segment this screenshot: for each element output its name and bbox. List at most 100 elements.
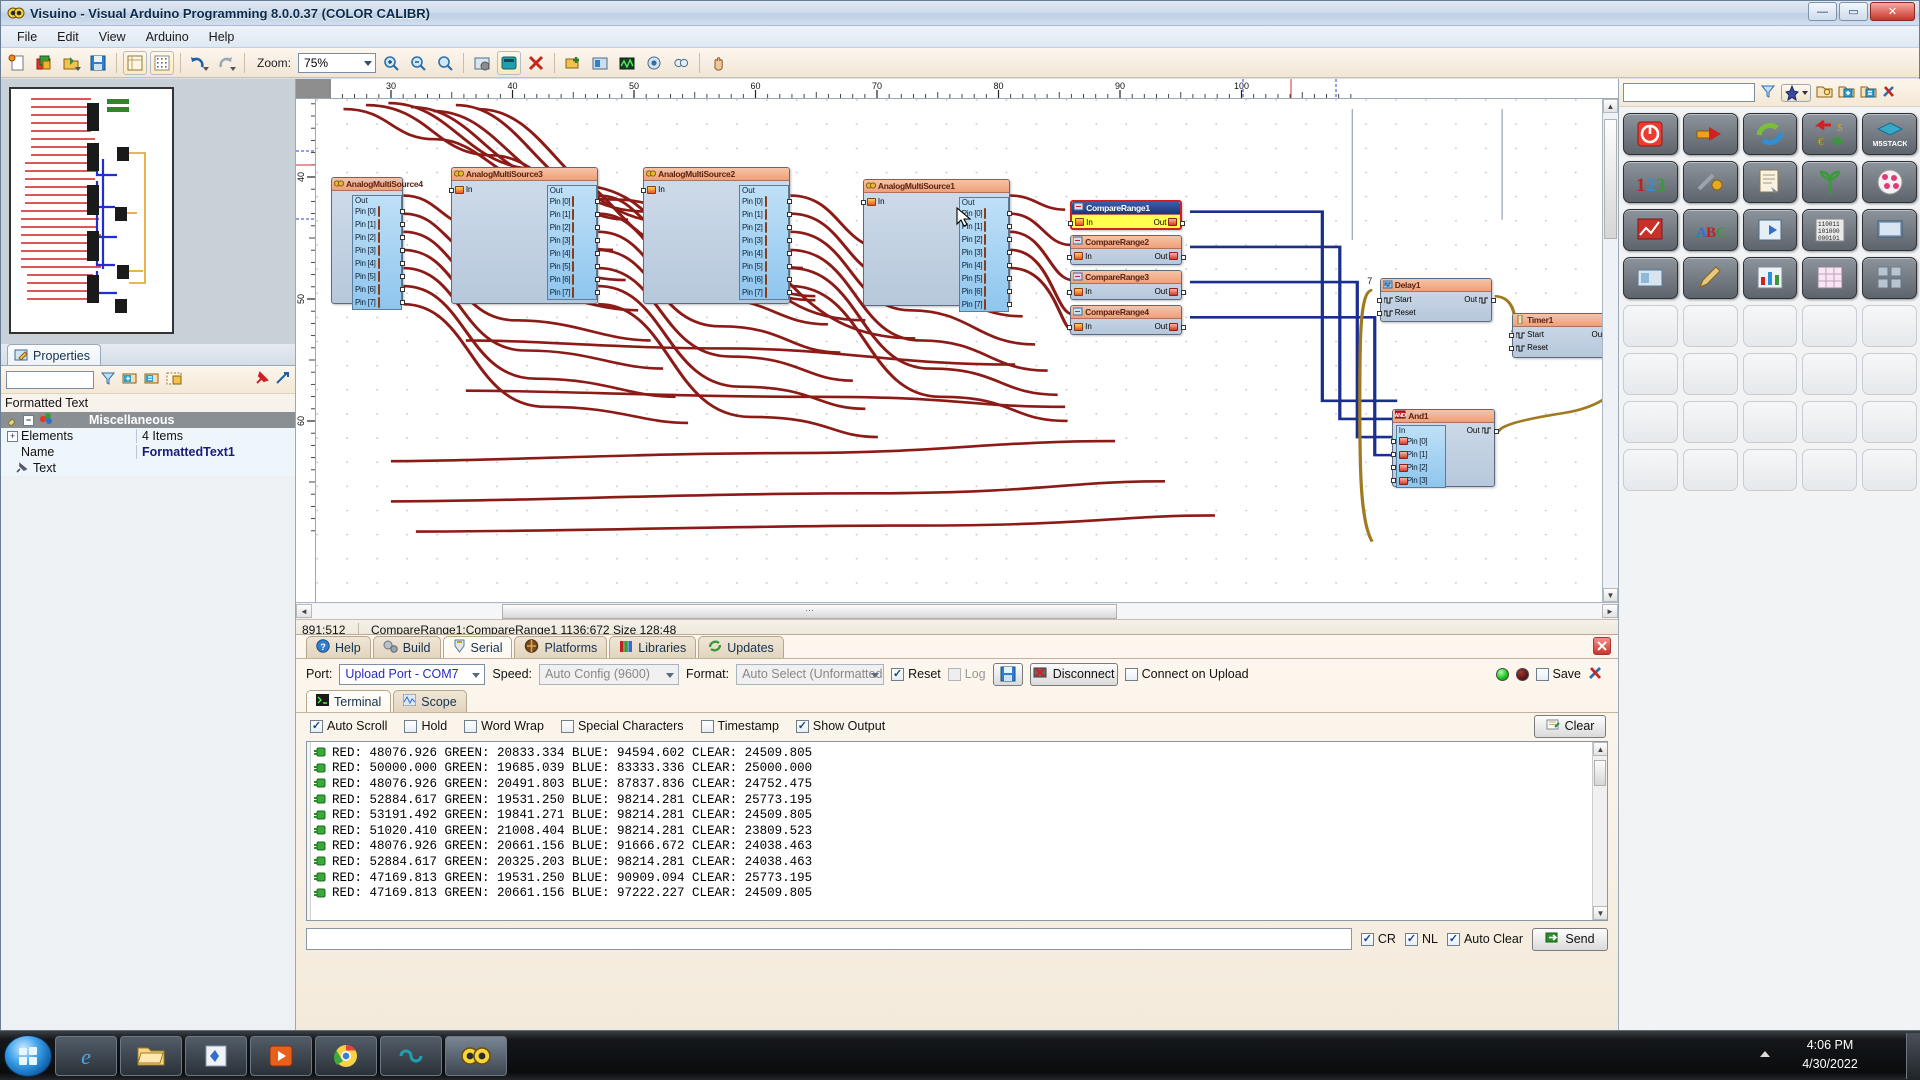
pin-row[interactable]: Pin [5] bbox=[960, 272, 1008, 285]
dock-tab-serial[interactable]: Serial bbox=[443, 636, 513, 658]
connect-on-upload-checkbox[interactable]: Connect on Upload bbox=[1125, 667, 1249, 681]
m5stack-component-icon[interactable]: M5STACK bbox=[1862, 113, 1917, 155]
save-checkbox[interactable]: Save bbox=[1536, 667, 1582, 681]
pin-row[interactable]: Pin [1] bbox=[1397, 448, 1445, 461]
terminal-option-special-characters[interactable]: Special Characters bbox=[561, 719, 684, 733]
pin-port[interactable] bbox=[787, 290, 792, 295]
arduino-board-icon[interactable] bbox=[497, 51, 521, 75]
output-port[interactable] bbox=[1491, 298, 1496, 303]
pin-port[interactable] bbox=[595, 290, 600, 295]
dock-tab-help[interactable]: ? Help bbox=[306, 636, 371, 658]
menu-item-edit[interactable]: Edit bbox=[47, 28, 89, 46]
pencil-component-icon[interactable] bbox=[1683, 257, 1738, 299]
wizard-icon[interactable] bbox=[1781, 84, 1811, 102]
terminal-output[interactable]: RED: 48076.926 GREEN: 20833.334 BLUE: 94… bbox=[306, 741, 1608, 921]
pin-port[interactable] bbox=[595, 199, 600, 204]
reset-checkbox[interactable]: Reset bbox=[891, 667, 941, 681]
pin-row[interactable]: Pin [0] bbox=[1397, 435, 1445, 448]
pin-row[interactable]: Pin [5] bbox=[548, 260, 596, 273]
pin-port[interactable] bbox=[595, 212, 600, 217]
input-port[interactable] bbox=[449, 188, 454, 193]
palette-cell-empty-9[interactable] bbox=[1802, 353, 1857, 395]
taskbar-chrome[interactable] bbox=[315, 1036, 377, 1076]
expand-elements-icon[interactable]: + bbox=[7, 431, 18, 442]
pin-row[interactable]: Pin [2] bbox=[1397, 461, 1445, 474]
pin-port[interactable] bbox=[400, 248, 405, 253]
pin-port[interactable] bbox=[1007, 250, 1012, 255]
menu-item-file[interactable]: File bbox=[7, 28, 47, 46]
maximize-button[interactable]: ▭ bbox=[1839, 2, 1868, 21]
add-folder-icon[interactable] bbox=[1838, 83, 1855, 102]
dock-close-button[interactable] bbox=[1593, 637, 1611, 655]
dock-tab-libraries[interactable]: Libraries bbox=[609, 636, 696, 658]
plants-component-icon[interactable] bbox=[1802, 161, 1857, 203]
save-log-icon[interactable] bbox=[993, 663, 1023, 686]
pin-port[interactable] bbox=[595, 264, 600, 269]
pin-port[interactable] bbox=[787, 238, 792, 243]
text-component-icon[interactable]: ABC bbox=[1683, 209, 1738, 251]
converters-component-icon[interactable] bbox=[1683, 113, 1738, 155]
property-value-elements[interactable]: 4 Items bbox=[136, 429, 295, 443]
design-canvas[interactable]: AnalogMultiSource4 Out Pin [0] Pin [1] P… bbox=[316, 99, 1602, 602]
pin-port[interactable] bbox=[400, 300, 405, 305]
terminal-scroll-down[interactable]: ▼ bbox=[1593, 906, 1608, 920]
terminal-tab-scope[interactable]: Scope bbox=[393, 690, 466, 712]
block-comparerange4[interactable]: CompareRange4 In Out bbox=[1070, 305, 1182, 335]
redo-icon[interactable] bbox=[214, 51, 238, 75]
format-combobox[interactable]: Auto Select (Unformatted bbox=[736, 664, 884, 685]
categorized-view-icon[interactable] bbox=[122, 370, 138, 389]
zoom-fit-icon[interactable] bbox=[433, 51, 457, 75]
property-row-elements[interactable]: + Elements 4 Items bbox=[1, 428, 295, 444]
pin-row[interactable]: Pin [7] bbox=[548, 286, 596, 299]
pin-port[interactable] bbox=[595, 238, 600, 243]
pin-port[interactable] bbox=[787, 225, 792, 230]
grid-component-icon[interactable] bbox=[1802, 257, 1857, 299]
palette-cell-empty-18[interactable] bbox=[1743, 449, 1798, 491]
pin-row[interactable]: Pin [2] bbox=[960, 233, 1008, 246]
pin-row[interactable]: Pin [6] bbox=[960, 285, 1008, 298]
palette-cell-empty-4[interactable] bbox=[1802, 305, 1857, 347]
open-folder-icon[interactable] bbox=[1816, 83, 1833, 102]
input-port[interactable] bbox=[861, 200, 866, 205]
terminal-option-auto-scroll[interactable]: Auto Scroll bbox=[310, 719, 387, 733]
taskbar-arduino-ide[interactable] bbox=[380, 1036, 442, 1076]
serial-terminal-icon[interactable] bbox=[642, 51, 666, 75]
send-button[interactable]: Send bbox=[1532, 928, 1608, 951]
palette-cell-empty-15[interactable] bbox=[1862, 401, 1917, 443]
pin-row[interactable]: Pin [6] bbox=[740, 273, 788, 286]
pin-row[interactable]: Pin [3] bbox=[960, 246, 1008, 259]
block-and1[interactable]: AND And1 In Pin [0] Pin [1] Pin [2] Pin … bbox=[1392, 409, 1494, 487]
dock-tab-build[interactable]: Build bbox=[373, 636, 441, 658]
pin-row[interactable]: Pin [1] bbox=[353, 218, 401, 231]
input-port[interactable] bbox=[1067, 255, 1072, 260]
property-row-text[interactable]: Text bbox=[1, 460, 295, 476]
palette-cell-empty-3[interactable] bbox=[1743, 305, 1798, 347]
pin-row[interactable]: Pin [2] bbox=[740, 221, 788, 234]
taskbar-internet-explorer[interactable]: e bbox=[55, 1036, 117, 1076]
pin-icon[interactable] bbox=[254, 371, 269, 389]
show-hidden-icons-arrow[interactable] bbox=[1760, 1051, 1770, 1057]
palette-cell-empty-11[interactable] bbox=[1623, 401, 1678, 443]
pin-port[interactable] bbox=[595, 225, 600, 230]
pin-port[interactable] bbox=[595, 251, 600, 256]
block-comparerange3[interactable]: CompareRange3 In Out bbox=[1070, 270, 1182, 300]
pin-port[interactable] bbox=[400, 287, 405, 292]
nl-checkbox[interactable]: NL bbox=[1405, 932, 1438, 946]
pin-row[interactable]: Pin [7] bbox=[740, 286, 788, 299]
pin-row[interactable]: Pin [0] bbox=[740, 195, 788, 208]
palette-cell-empty-1[interactable] bbox=[1623, 305, 1678, 347]
palette-cell-empty-8[interactable] bbox=[1743, 353, 1798, 395]
pin-port[interactable] bbox=[1007, 211, 1012, 216]
pin-port[interactable] bbox=[787, 212, 792, 217]
dock-tab-updates[interactable]: Updates bbox=[698, 636, 784, 658]
pin-row[interactable]: Pin [5] bbox=[740, 260, 788, 273]
block-timer1[interactable]: Timer1 Start Reset Out bbox=[1512, 313, 1602, 357]
output-port[interactable] bbox=[1181, 255, 1186, 260]
pin-row[interactable]: Pin [4] bbox=[353, 257, 401, 270]
show-grid-icon[interactable] bbox=[150, 51, 174, 75]
filter-icon[interactable] bbox=[100, 370, 116, 389]
panel-component-icon[interactable] bbox=[1623, 257, 1678, 299]
tools-component-icon[interactable] bbox=[1683, 161, 1738, 203]
pin-row[interactable]: Pin [0] bbox=[548, 195, 596, 208]
graph-component-icon[interactable] bbox=[1743, 257, 1798, 299]
